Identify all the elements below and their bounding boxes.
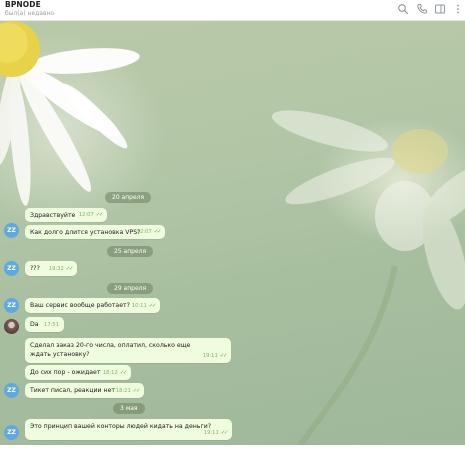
date-separator: 20 апреля: [105, 192, 152, 203]
avatar[interactable]: ZZ: [4, 383, 19, 398]
message-text: Здравствуйте: [30, 212, 76, 219]
avatar[interactable]: ZZ: [4, 425, 19, 440]
double-check-icon: ✓✓: [95, 212, 104, 218]
double-check-icon: ✓✓: [219, 353, 228, 359]
avatar[interactable]: ZZ: [4, 261, 19, 276]
avatar[interactable]: ZZ: [4, 223, 19, 238]
message-time: 19:11 ✓✓: [202, 353, 228, 359]
search-icon[interactable]: [397, 3, 409, 15]
date-separator: 25 апреля: [107, 246, 154, 257]
avatar[interactable]: ZZ: [4, 298, 19, 313]
message-time: 19:32 ✓✓: [48, 266, 74, 272]
sidebar-toggle-icon[interactable]: [434, 3, 446, 15]
message-text: Как долго длится установка VPS?: [30, 229, 141, 236]
message-text: Тикет писал, реакции нет: [30, 387, 116, 394]
message-bubble[interactable]: До сих пор - ожидает 18:12 ✓✓: [25, 365, 131, 380]
message-bubble[interactable]: Ваш сервис вообще работает? 10:11 ✓✓: [25, 298, 160, 313]
chat-background: 20 апреля 25 апреля 29 апреля 3 мая Здра…: [0, 21, 465, 445]
message-bubble[interactable]: Da 17:51: [25, 317, 64, 332]
message-text: Сделал заказ 20-го числа, оплатил, сколь…: [30, 342, 191, 358]
double-check-icon: ✓✓: [65, 266, 74, 272]
message-bubble[interactable]: ??? 19:32 ✓✓: [25, 261, 77, 276]
message-bubble[interactable]: Это принцип вашей конторы людей кидать н…: [25, 419, 232, 440]
message-time: 12:07 ✓✓: [78, 212, 104, 218]
message-time: 19:11 ✓✓: [203, 430, 229, 436]
phone-icon[interactable]: [416, 3, 428, 15]
message-text: До сих пор - ожидает: [30, 369, 101, 376]
message-text: Da: [30, 321, 39, 328]
message-time: 18:21 ✓✓: [115, 388, 141, 394]
chat-status: был(а) недавно: [5, 10, 55, 17]
double-check-icon: ✓✓: [119, 370, 128, 376]
date-separator: 3 мая: [113, 403, 145, 414]
message-bubble[interactable]: Здравствуйте 12:07 ✓✓: [25, 208, 107, 222]
double-check-icon: ✓✓: [220, 430, 229, 436]
composer-area: [0, 445, 465, 450]
chat-header: BPNODE был(а) недавно: [0, 0, 465, 21]
double-check-icon: ✓✓: [132, 388, 141, 394]
message-bubble[interactable]: Как долго длится установка VPS? 12:07 ✓✓: [25, 225, 165, 239]
message-time: 17:51: [44, 322, 59, 328]
date-separator: 29 апреля: [107, 283, 154, 294]
avatar[interactable]: [4, 319, 19, 334]
message-time: 18:12 ✓✓: [102, 370, 128, 376]
message-text: Ваш сервис вообще работает?: [30, 302, 130, 309]
message-text: ???: [30, 265, 40, 272]
chat-title[interactable]: BPNODE: [5, 0, 41, 9]
message-text: Это принцип вашей конторы людей кидать н…: [30, 423, 212, 430]
double-check-icon: ✓✓: [153, 229, 162, 235]
message-time: 10:11 ✓✓: [131, 303, 157, 309]
message-bubble[interactable]: Сделал заказ 20-го числа, оплатил, сколь…: [25, 338, 231, 363]
message-bubble[interactable]: Тикет писал, реакции нет 18:21 ✓✓: [25, 383, 144, 398]
more-icon[interactable]: [452, 3, 464, 15]
message-time: 12:07 ✓✓: [136, 229, 162, 235]
double-check-icon: ✓✓: [148, 303, 157, 309]
